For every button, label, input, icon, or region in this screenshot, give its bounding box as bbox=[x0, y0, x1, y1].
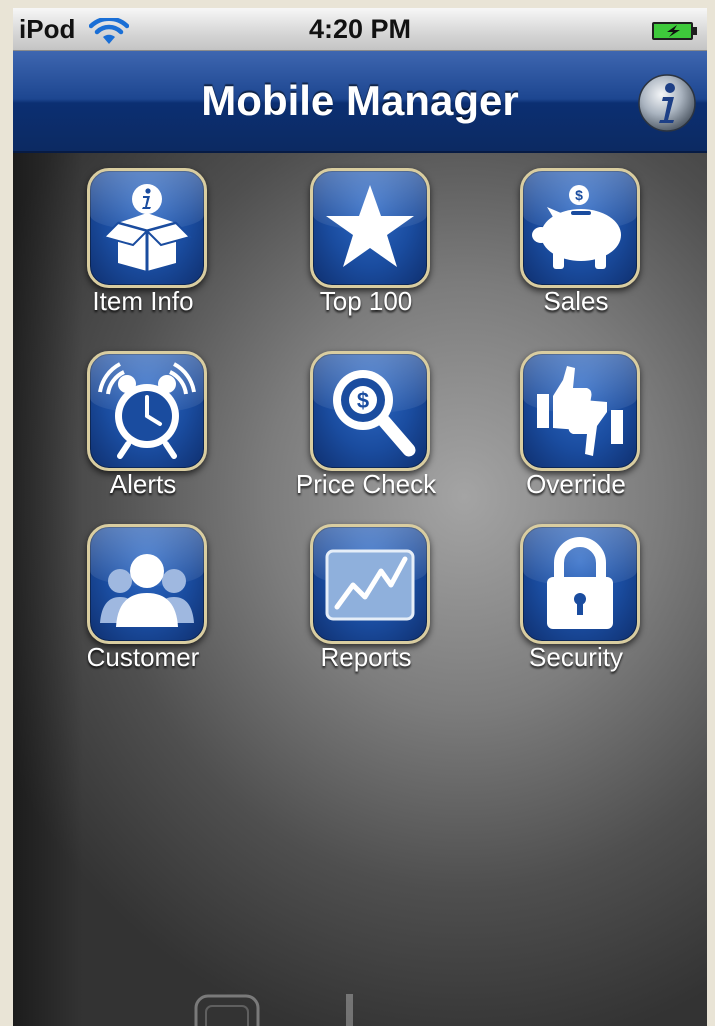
app-label: Price Check bbox=[295, 469, 437, 499]
app-security[interactable]: Security bbox=[476, 524, 676, 684]
app-label: Override bbox=[526, 469, 626, 499]
alarm-clock-icon bbox=[87, 351, 207, 471]
people-icon bbox=[87, 524, 207, 644]
app-alerts[interactable]: Alerts bbox=[43, 351, 243, 511]
app-sales[interactable]: $ Sales bbox=[476, 168, 676, 328]
chart-icon bbox=[310, 524, 430, 644]
item-info-box-icon bbox=[87, 168, 207, 288]
app-label: Item Info bbox=[92, 286, 194, 316]
star-icon bbox=[310, 168, 430, 288]
device-screen: iPod 4:20 PM Mobile Manager Item Info To… bbox=[13, 8, 707, 1026]
app-label: Security bbox=[529, 642, 623, 672]
magnifier-dollar-icon: $ bbox=[310, 351, 430, 471]
app-customer[interactable]: Customer bbox=[43, 524, 243, 684]
page-title: Mobile Manager bbox=[201, 77, 519, 124]
svg-text:$: $ bbox=[575, 187, 583, 203]
svg-text:$: $ bbox=[357, 388, 369, 413]
info-icon bbox=[638, 74, 696, 132]
app-override[interactable]: Override bbox=[476, 351, 676, 511]
navigation-bar: Mobile Manager bbox=[13, 51, 707, 153]
piggy-bank-icon: $ bbox=[520, 168, 640, 288]
faded-decoration bbox=[194, 994, 353, 1026]
app-reports[interactable]: Reports bbox=[266, 524, 466, 684]
app-top-100[interactable]: Top 100 bbox=[266, 168, 466, 328]
status-time: 4:20 PM bbox=[308, 14, 412, 44]
app-label: Top 100 bbox=[319, 286, 413, 316]
app-label: Alerts bbox=[109, 469, 177, 499]
app-label: Sales bbox=[543, 286, 609, 316]
app-price-check[interactable]: $ Price Check bbox=[266, 351, 466, 511]
battery-charging-icon bbox=[651, 20, 699, 47]
app-label: Customer bbox=[86, 642, 200, 672]
info-button[interactable] bbox=[637, 73, 697, 133]
thumbs-icon bbox=[520, 351, 640, 471]
padlock-icon bbox=[520, 524, 640, 644]
app-label: Reports bbox=[320, 642, 412, 672]
status-bar: iPod 4:20 PM bbox=[13, 8, 707, 51]
app-item-info[interactable]: Item Info bbox=[43, 168, 243, 328]
